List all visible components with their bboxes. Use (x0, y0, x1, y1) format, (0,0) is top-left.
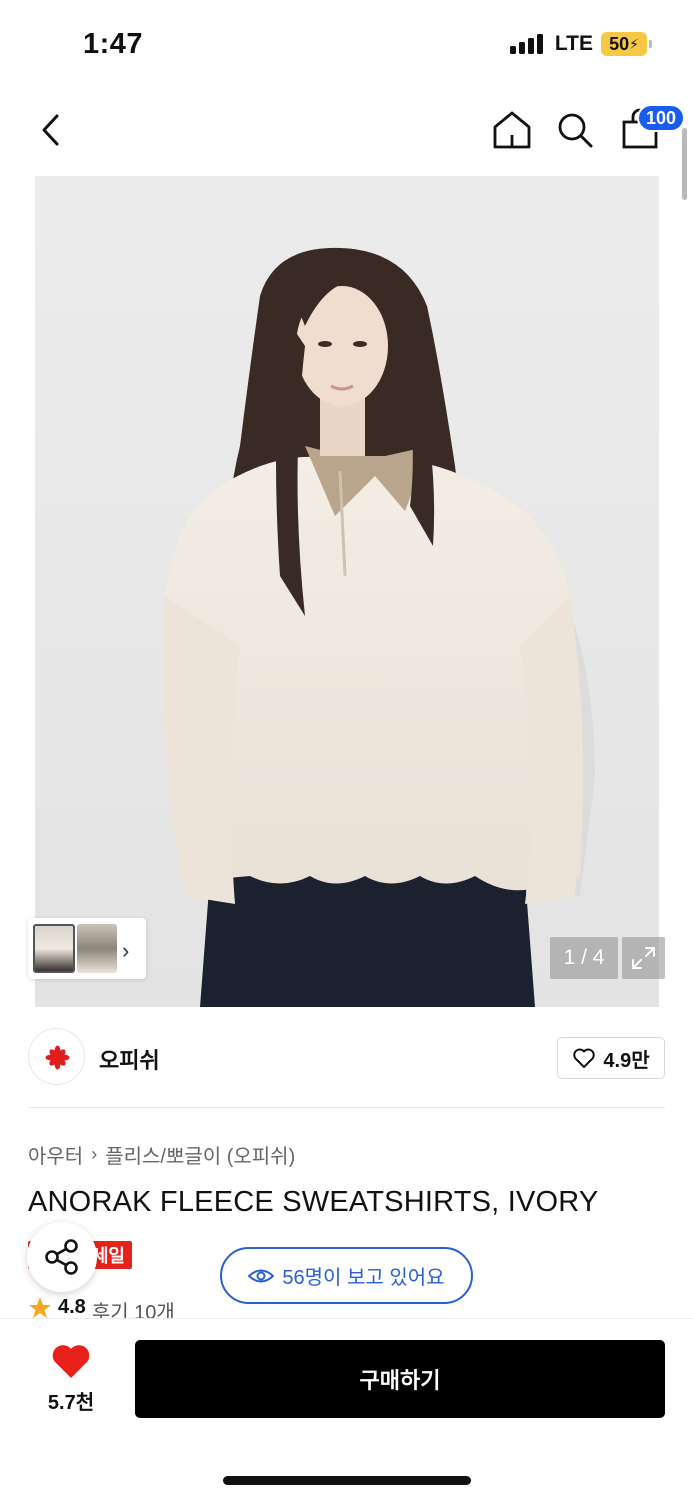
rating-row[interactable]: 4.8 후기 10개 (28, 1296, 175, 1320)
eye-icon (248, 1269, 275, 1282)
heart-filled-icon (52, 1345, 90, 1378)
home-icon[interactable] (490, 108, 534, 152)
cart-count-badge: 100 (637, 104, 686, 132)
search-icon[interactable] (555, 108, 595, 152)
review-count[interactable]: 후기 10개 (92, 1296, 175, 1320)
top-nav (0, 92, 693, 176)
status-indicators: LTE 50 ⚡ (509, 32, 652, 56)
battery-level: 50 (609, 33, 630, 54)
heart-outline-icon (573, 1048, 596, 1068)
share-button[interactable] (27, 1222, 97, 1292)
share-icon (45, 1239, 78, 1275)
model-photo (162, 247, 595, 1007)
thumbnail-2[interactable] (77, 924, 117, 973)
brand-like-button[interactable]: 4.9만 (557, 1037, 665, 1079)
signal-icon (509, 34, 543, 54)
expand-icon[interactable] (622, 937, 665, 979)
breadcrumb-subcategory[interactable]: 플리스/뽀글이 (오피쉬) (105, 1140, 295, 1169)
brand-like-count: 4.9만 (603, 1049, 650, 1072)
status-bar: 1:47 LTE 50 ⚡ (0, 0, 693, 92)
brand-logo-mark (45, 1045, 70, 1070)
battery-icon: 50 ⚡ (601, 32, 652, 56)
breadcrumb: 아우터 › 플리스/뽀글이 (오피쉬) (28, 1140, 295, 1169)
brand-name[interactable]: 오피쉬 (99, 1043, 160, 1075)
image-counter: 1 / 4 (550, 937, 618, 979)
divider (28, 1107, 665, 1108)
home-indicator[interactable] (223, 1476, 471, 1485)
chevron-right-icon: › (91, 1144, 98, 1164)
viewers-text: 56명이 보고 있어요 (282, 1267, 445, 1289)
scrollbar[interactable] (682, 128, 687, 200)
chevron-right-icon[interactable]: › (122, 938, 129, 964)
viewers-banner: 56명이 보고 있어요 (220, 1247, 473, 1304)
brand-logo[interactable] (28, 1028, 85, 1085)
buy-button[interactable]: 구매하기 (135, 1340, 665, 1418)
star-icon (29, 1297, 51, 1318)
rating-value: 4.8 (58, 1296, 86, 1318)
product-title: ANORAK FLEECE SWEATSHIRTS, IVORY (28, 1186, 599, 1218)
chevron-left-icon[interactable] (34, 110, 70, 150)
wishlist-count: 5.7천 (47, 1392, 95, 1414)
product-image[interactable] (35, 176, 659, 1007)
breadcrumb-category[interactable]: 아우터 (28, 1140, 83, 1169)
status-time: 1:47 (83, 28, 144, 60)
thumbnail-1[interactable] (33, 924, 75, 973)
network-label: LTE (554, 32, 593, 55)
